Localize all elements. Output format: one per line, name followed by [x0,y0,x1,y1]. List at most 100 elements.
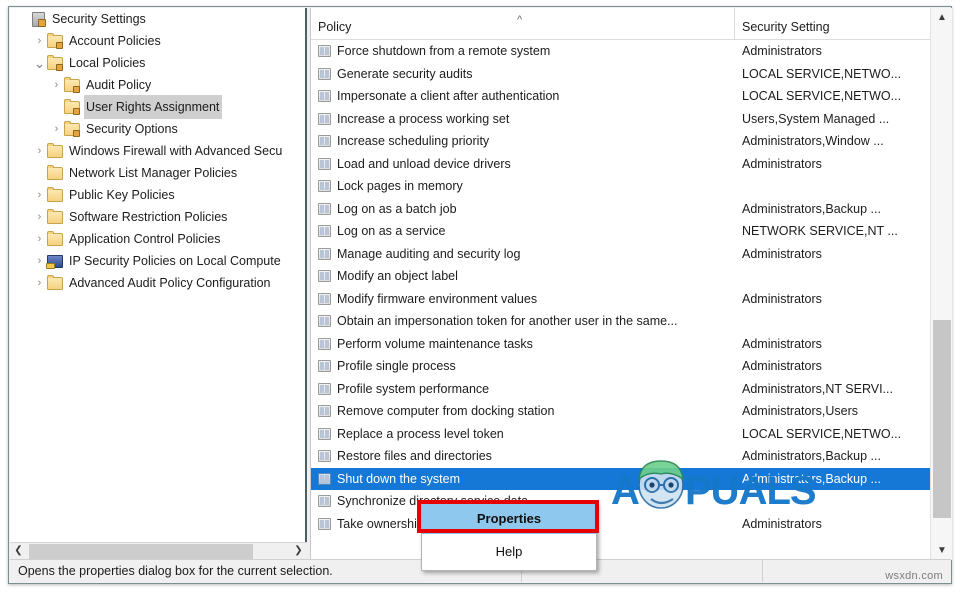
policy-row[interactable]: Log on as a service NETWORK SERVICE,NT ..… [311,220,931,243]
column-header-security-setting[interactable]: Security Setting [735,8,931,40]
policy-name-cell[interactable]: Shut down the system [311,472,735,486]
context-menu-item-properties[interactable]: Properties [422,504,596,534]
tree-item-windows-firewall-with-advanced-secu[interactable]: › Windows Firewall with Advanced Secu [10,140,305,162]
tree-item-label: Software Restriction Policies [69,210,228,224]
security-settings-tree[interactable]: Security Settings › Account Policies ⌄ Local… [10,8,305,294]
policy-name-cell[interactable]: Obtain an impersonation token for anothe… [311,314,735,328]
policy-name-cell[interactable]: Generate security audits [311,67,735,81]
column-header-policy[interactable]: Policy [311,8,735,40]
policy-context-menu[interactable]: Properties Help [421,502,597,571]
list-vertical-scrollbar[interactable]: ▲ ▼ [930,8,952,560]
list-column-header[interactable]: Policy Security Setting ^ [311,8,931,40]
policy-row[interactable]: Generate security audits LOCAL SERVICE,NE… [311,63,931,86]
chevron-right-icon[interactable]: › [32,250,47,272]
local-security-policy-window: Security Settings › Account Policies ⌄ Local… [8,6,952,584]
tree-item-security-options[interactable]: › Security Options [10,118,305,140]
policy-name-cell[interactable]: Log on as a batch job [311,202,735,216]
chevron-right-icon[interactable]: › [32,272,47,294]
policy-name-cell[interactable]: Impersonate a client after authenticatio… [311,89,735,103]
policy-name-cell[interactable]: Lock pages in memory [311,179,735,193]
chevron-right-icon[interactable]: › [32,30,47,52]
policy-name-label: Modify an object label [337,269,458,284]
policy-row[interactable]: Modify an object label [311,265,931,288]
tree-item-user-rights-assignment[interactable]: User Rights Assignment [10,95,305,119]
policy-row[interactable]: Replace a process level token LOCAL SERVI… [311,423,931,446]
sort-ascending-icon: ^ [517,14,523,26]
policy-name-cell[interactable]: Manage auditing and security log [311,247,735,261]
policy-name-label: Remove computer from docking station [337,404,555,419]
security-setting-cell: Administrators [742,359,822,374]
chevron-right-icon[interactable]: › [32,228,47,250]
console-tree-panel[interactable]: Security Settings › Account Policies ⌄ Local… [10,8,307,560]
folder-icon [47,165,65,181]
policy-row[interactable]: Manage auditing and security log Administ… [311,243,931,266]
list-vscroll-thumb[interactable] [933,320,951,518]
policy-name-cell[interactable]: Increase a process working set [311,112,735,126]
scroll-up-arrow-icon[interactable]: ▲ [931,8,952,27]
policy-name-cell[interactable]: Modify an object label [311,269,735,283]
policy-row[interactable]: Obtain an impersonation token for anothe… [311,310,931,333]
policy-row[interactable]: Log on as a batch job Administrators,Back… [311,198,931,221]
policy-name-cell[interactable]: Profile system performance [311,382,735,396]
policy-row[interactable]: Increase a process working set Users,Syst… [311,108,931,131]
policy-name-cell[interactable]: Modify firmware environment values [311,292,735,306]
security-setting-cell: Users,System Managed ... [742,111,890,126]
tree-item-advanced-audit-policy-configuration[interactable]: › Advanced Audit Policy Configuration [10,272,305,294]
policy-rows-container[interactable]: Force shutdown from a remote system Admin… [311,40,931,560]
policy-icon [318,90,331,103]
policy-row[interactable]: Impersonate a client after authenticatio… [311,85,931,108]
policy-row[interactable]: Load and unload device drivers Administra… [311,153,931,176]
chevron-right-icon[interactable]: › [49,118,64,140]
tree-item-network-list-manager-policies[interactable]: Network List Manager Policies [10,162,305,184]
context-menu-item-help[interactable]: Help [422,537,596,567]
folder-icon [47,275,65,291]
policy-row[interactable]: Shut down the system Administrators,Backu… [311,467,931,490]
policy-row[interactable]: Synchronize directory service data [311,490,931,513]
policy-name-label: Manage auditing and security log [337,246,521,261]
policy-row[interactable]: Increase scheduling priority Administrato… [311,130,931,153]
chevron-right-icon[interactable]: › [49,74,64,96]
chevron-right-icon[interactable]: › [32,206,47,228]
policy-name-cell[interactable]: Load and unload device drivers [311,157,735,171]
policy-name-cell[interactable]: Force shutdown from a remote system [311,44,735,58]
security-setting-cell: Administrators,Users [742,404,858,419]
policy-row[interactable]: Force shutdown from a remote system Admin… [311,40,931,63]
policy-list-panel[interactable]: Policy Security Setting ^ Force shutdown… [310,8,952,560]
policy-row[interactable]: Perform volume maintenance tasks Administ… [311,333,931,356]
tree-hscroll-thumb[interactable] [29,543,253,559]
tree-item-public-key-policies[interactable]: › Public Key Policies [10,184,305,206]
policy-name-cell[interactable]: Perform volume maintenance tasks [311,337,735,351]
policy-name-cell[interactable]: Profile single process [311,359,735,373]
console-icon [30,11,48,27]
policy-name-cell[interactable]: Restore files and directories [311,449,735,463]
scroll-left-arrow-icon[interactable]: ❮ [10,542,27,560]
policy-row[interactable]: Profile system performance Administrators… [311,378,931,401]
tree-hscroll-track[interactable] [27,542,290,560]
policy-name-cell[interactable]: Log on as a service [311,224,735,238]
tree-item-application-control-policies[interactable]: › Application Control Policies [10,228,305,250]
chevron-right-icon[interactable]: › [32,184,47,206]
chevron-right-icon[interactable]: › [32,140,47,162]
tree-item-label: Windows Firewall with Advanced Secu [69,144,283,158]
policy-row[interactable]: Restore files and directories Administrat… [311,445,931,468]
policy-row[interactable]: Take ownership of files or other objects… [311,513,931,536]
policy-row[interactable]: Modify firmware environment values Admini… [311,288,931,311]
scroll-right-arrow-icon[interactable]: ❯ [290,542,307,560]
tree-item-account-policies[interactable]: › Account Policies [10,30,305,52]
tree-item-security-settings[interactable]: Security Settings [10,8,305,30]
chevron-down-icon[interactable]: ⌄ [32,55,47,71]
policy-name-cell[interactable]: Replace a process level token [311,427,735,441]
tree-item-audit-policy[interactable]: › Audit Policy [10,74,305,96]
tree-item-ip-security-policies-on-local-compute[interactable]: › IP Security Policies on Local Compute [10,250,305,272]
policy-row[interactable]: Profile single process Administrators [311,355,931,378]
policy-name-cell[interactable]: Remove computer from docking station [311,404,735,418]
scroll-down-arrow-icon[interactable]: ▼ [931,541,952,560]
policy-icon [318,67,331,80]
policy-row[interactable]: Remove computer from docking station Admi… [311,400,931,423]
tree-item-local-policies[interactable]: ⌄ Local Policies [10,52,305,74]
tree-horizontal-scrollbar[interactable]: ❮ ❯ [10,542,307,560]
folder-icon [47,187,65,203]
tree-item-software-restriction-policies[interactable]: › Software Restriction Policies [10,206,305,228]
policy-name-cell[interactable]: Increase scheduling priority [311,134,735,148]
policy-row[interactable]: Lock pages in memory [311,175,931,198]
